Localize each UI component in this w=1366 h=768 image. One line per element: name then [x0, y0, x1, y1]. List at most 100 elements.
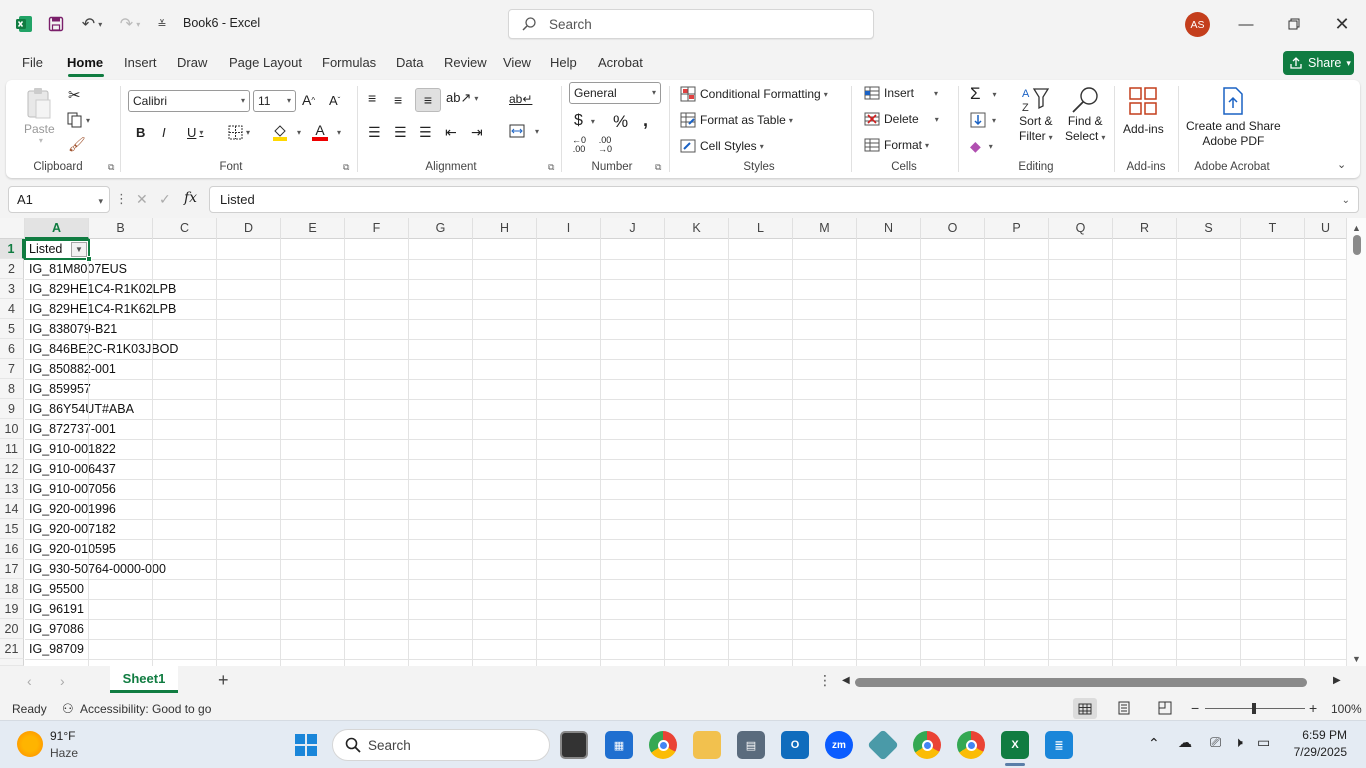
- increase-decimal-icon[interactable]: ←0.00: [572, 136, 586, 154]
- decrease-decimal-icon[interactable]: .00 →0: [598, 136, 612, 154]
- search-input[interactable]: Search: [508, 9, 874, 39]
- table-cell[interactable]: IG_829HE1C4-R1K62LPB: [29, 299, 176, 319]
- number-format-select[interactable]: General ▾: [569, 82, 661, 104]
- calculator-icon[interactable]: ▤: [737, 731, 765, 759]
- row-header[interactable]: 15: [0, 519, 24, 539]
- cancel-entry-icon[interactable]: ✕: [136, 191, 148, 208]
- column-header-j[interactable]: J: [601, 218, 665, 239]
- avatar[interactable]: AS: [1185, 12, 1210, 37]
- align-middle-icon[interactable]: ≡: [394, 92, 402, 108]
- vertical-scroll-thumb[interactable]: [1353, 235, 1361, 255]
- tab-acrobat[interactable]: Acrobat: [598, 55, 643, 70]
- formula-input[interactable]: Listed ⌄: [209, 186, 1359, 213]
- cell-styles-button[interactable]: Cell Styles ▾: [680, 138, 764, 154]
- column-header-k[interactable]: K: [665, 218, 729, 239]
- table-cell[interactable]: IG_838079-B21: [29, 319, 117, 339]
- column-header-b[interactable]: B: [89, 218, 153, 239]
- chrome-profile-2-icon[interactable]: [957, 731, 985, 759]
- row-header[interactable]: 11: [0, 439, 24, 459]
- show-hidden-icons[interactable]: ⌃: [1148, 735, 1160, 752]
- undo-icon[interactable]: ↶ ▾: [76, 12, 108, 36]
- font-name-select[interactable]: Calibri ▾: [128, 90, 250, 112]
- table-cell[interactable]: IG_920-001996: [29, 499, 116, 519]
- row-header[interactable]: 3: [0, 279, 24, 299]
- column-header-u[interactable]: U: [1305, 218, 1347, 239]
- row-header[interactable]: 4: [0, 299, 24, 319]
- column-header-f[interactable]: F: [345, 218, 409, 239]
- select-all-corner[interactable]: [0, 218, 25, 239]
- row-header[interactable]: 18: [0, 579, 24, 599]
- column-header-m[interactable]: M: [793, 218, 857, 239]
- decrease-indent-icon[interactable]: ⇤: [445, 124, 457, 141]
- restore-button[interactable]: [1279, 10, 1309, 38]
- column-header-n[interactable]: N: [857, 218, 921, 239]
- chrome-icon[interactable]: [649, 731, 677, 759]
- table-cell[interactable]: IG_920-007182: [29, 519, 116, 539]
- column-header-r[interactable]: R: [1113, 218, 1177, 239]
- table-cell[interactable]: IG_829HE1C4-R1K02LPB: [29, 279, 176, 299]
- sort-filter-button[interactable]: AZ Sort & Filter ▾: [1019, 86, 1053, 145]
- align-left-icon[interactable]: ☰: [368, 124, 381, 141]
- store-icon[interactable]: ▦: [605, 731, 633, 759]
- windows-start-icon[interactable]: [294, 733, 318, 757]
- table-cell[interactable]: IG_81M8007EUS: [29, 259, 127, 279]
- chrome-profile-icon[interactable]: [913, 731, 941, 759]
- row-header[interactable]: 2: [0, 259, 24, 279]
- copy-icon[interactable]: ▾: [67, 112, 90, 128]
- taskbar-search-input[interactable]: Search: [332, 729, 550, 761]
- zoom-in-icon[interactable]: +: [1309, 700, 1317, 716]
- weather-temp[interactable]: 91°F: [50, 729, 75, 743]
- vertical-scrollbar[interactable]: ▲ ▼: [1347, 218, 1366, 666]
- column-header-e[interactable]: E: [281, 218, 345, 239]
- sheet-options-icon[interactable]: ⋮: [818, 672, 832, 689]
- table-cell[interactable]: IG_97086: [29, 619, 84, 639]
- comma-style-icon[interactable]: ,: [643, 110, 648, 131]
- zoom-out-icon[interactable]: −: [1191, 700, 1199, 716]
- tab-help[interactable]: Help: [550, 55, 577, 70]
- column-header-a[interactable]: A: [25, 218, 89, 239]
- number-launcher-icon[interactable]: ⧉: [655, 162, 661, 173]
- column-header-q[interactable]: Q: [1049, 218, 1113, 239]
- italic-button[interactable]: I: [162, 125, 166, 140]
- font-launcher-icon[interactable]: ⧉: [343, 162, 349, 173]
- table-cell[interactable]: IG_96191: [29, 599, 84, 619]
- filter-dropdown-icon[interactable]: ▼: [71, 242, 87, 257]
- format-cells-button[interactable]: Format ▾: [864, 138, 929, 152]
- volume-icon[interactable]: 🕨: [1234, 734, 1243, 751]
- row-header[interactable]: 19: [0, 599, 24, 619]
- wrap-text-icon[interactable]: ab↵: [509, 92, 532, 106]
- row-header[interactable]: 14: [0, 499, 24, 519]
- column-header-c[interactable]: C: [153, 218, 217, 239]
- clipboard-launcher-icon[interactable]: ⧉: [108, 162, 114, 173]
- font-color-icon[interactable]: A: [312, 123, 328, 141]
- network-icon[interactable]: ⎚: [1210, 734, 1221, 751]
- weather-icon[interactable]: [17, 731, 43, 757]
- more-options-icon[interactable]: ⋮: [115, 191, 128, 207]
- horizontal-scroll-thumb[interactable]: [855, 678, 1307, 687]
- table-cell[interactable]: IG_98709: [29, 639, 84, 659]
- customize-qat-icon[interactable]: ≚: [152, 12, 172, 36]
- align-bottom-icon[interactable]: ≡: [415, 88, 441, 112]
- table-cell[interactable]: IG_850882-001: [29, 359, 116, 379]
- row-header[interactable]: 7: [0, 359, 24, 379]
- column-header-s[interactable]: S: [1177, 218, 1241, 239]
- column-header-h[interactable]: H: [473, 218, 537, 239]
- table-cell[interactable]: IG_920-010595: [29, 539, 116, 559]
- row-header[interactable]: 6: [0, 339, 24, 359]
- notepad-icon[interactable]: ≣: [1045, 731, 1073, 759]
- worksheet-grid[interactable]: ABCDEFGHIJKLMNOPQRSTU 1 2 3 4 5 6 7 8 9 10 11 12 13 1…: [0, 218, 1366, 680]
- row-header[interactable]: 5: [0, 319, 24, 339]
- alignment-launcher-icon[interactable]: ⧉: [548, 162, 554, 173]
- tab-review[interactable]: Review: [444, 55, 487, 70]
- tab-insert[interactable]: Insert: [124, 55, 157, 70]
- row-header[interactable]: 20: [0, 619, 24, 639]
- align-center-icon[interactable]: ☰: [394, 124, 407, 141]
- row-header[interactable]: 9: [0, 399, 24, 419]
- table-cell[interactable]: IG_846BE2C-R1K03JBOD: [29, 339, 178, 359]
- table-cell[interactable]: IG_910-006437: [29, 459, 116, 479]
- column-header-i[interactable]: I: [537, 218, 601, 239]
- orientation-icon[interactable]: ab↗ ▾: [446, 90, 478, 106]
- zoom-slider-thumb[interactable]: [1252, 703, 1256, 714]
- row-header[interactable]: 1: [0, 239, 24, 259]
- zoom-app-icon[interactable]: zm: [825, 731, 853, 759]
